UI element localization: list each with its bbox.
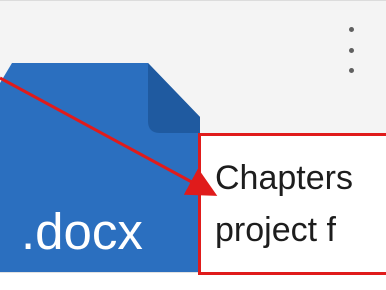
more-vertical-icon[interactable] [343,27,359,73]
annotation-callout: Chapters project f [198,133,386,275]
annotation-text: Chapters project f [215,159,353,249]
file-extension-label: .docx [21,203,143,260]
